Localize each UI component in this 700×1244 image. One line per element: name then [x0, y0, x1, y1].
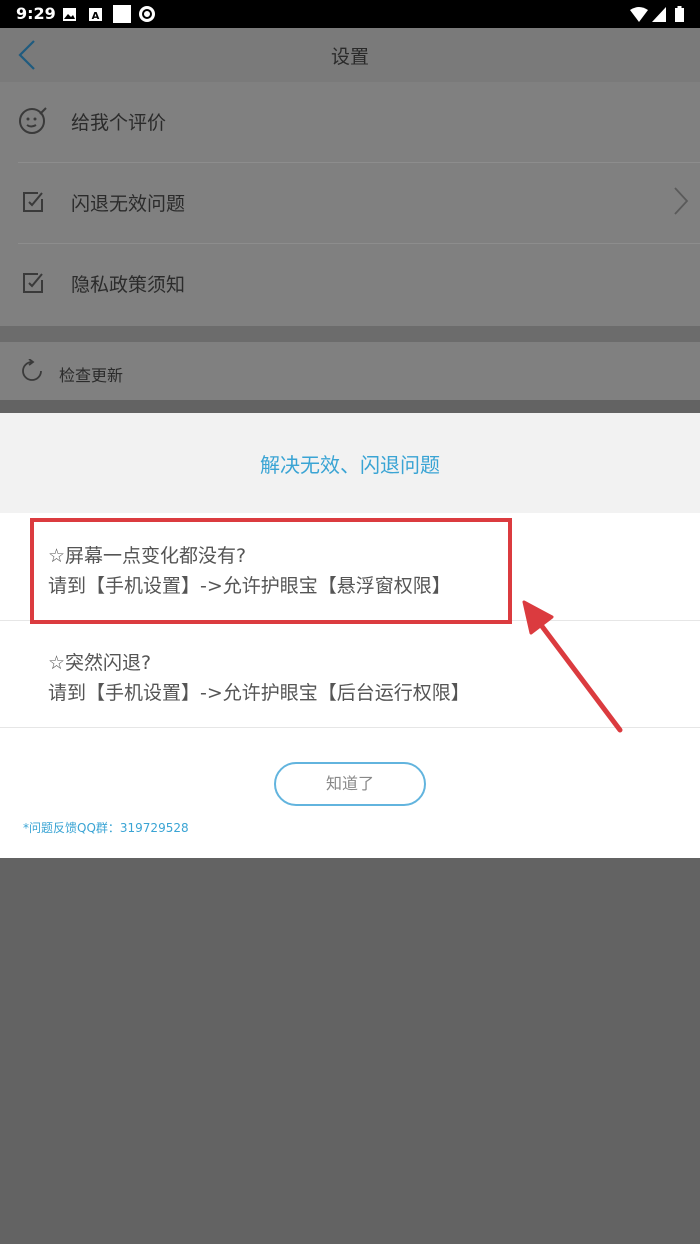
- section-gap: [0, 326, 700, 342]
- dialog-title: 解决无效、闪退问题: [260, 453, 440, 477]
- settings-item-label: 隐私政策须知: [71, 274, 186, 296]
- sync-icon: [139, 6, 155, 22]
- battery-icon: [675, 6, 684, 22]
- edit-note-icon: [23, 273, 43, 293]
- settings-item-privacy[interactable]: 隐私政策须知: [0, 244, 700, 325]
- status-bar: 9:29 A: [0, 0, 700, 28]
- dialog-item-answer: 请到【手机设置】->允许护眼宝【后台运行权限】: [48, 682, 470, 704]
- settings-item-rate[interactable]: 给我个评价: [0, 82, 700, 163]
- help-dialog: 解决无效、闪退问题 ☆屏幕一点变化都没有? 请到【手机设置】->允许护眼宝【悬浮…: [0, 413, 700, 858]
- settings-item-label: 检查更新: [59, 366, 124, 385]
- settings-item-crash-issue[interactable]: 闪退无效问题: [0, 163, 700, 244]
- feedback-qq-group: *问题反馈QQ群：319729528: [23, 821, 189, 835]
- signal-icon: [652, 7, 666, 22]
- refresh-icon: [22, 359, 42, 381]
- a-notification-icon: A: [89, 8, 102, 22]
- image-icon: [63, 8, 76, 21]
- settings-list: 给我个评价 闪退无效问题 隐私政策须知: [0, 82, 700, 326]
- smile-edit-icon: [19, 107, 47, 134]
- settings-item-check-update[interactable]: 检查更新: [0, 342, 700, 400]
- ok-button[interactable]: 知道了: [274, 762, 426, 806]
- app-bar: 设置: [0, 28, 700, 82]
- settings-item-label: 给我个评价: [71, 112, 167, 134]
- dialog-item-question: ☆突然闪退?: [48, 652, 152, 674]
- highlight-box: [30, 518, 512, 624]
- page-title: 设置: [330, 46, 369, 68]
- chevron-right-icon: [674, 187, 689, 215]
- square-icon: [113, 5, 131, 23]
- edit-note-icon: [23, 192, 43, 212]
- dialog-header: 解决无效、闪退问题: [0, 413, 700, 513]
- dialog-item: ☆突然闪退? 请到【手机设置】->允许护眼宝【后台运行权限】: [0, 620, 700, 728]
- svg-text:A: A: [92, 11, 100, 22]
- status-time: 9:29: [16, 4, 56, 23]
- wifi-icon: [630, 7, 648, 22]
- settings-item-label: 闪退无效问题: [71, 193, 186, 215]
